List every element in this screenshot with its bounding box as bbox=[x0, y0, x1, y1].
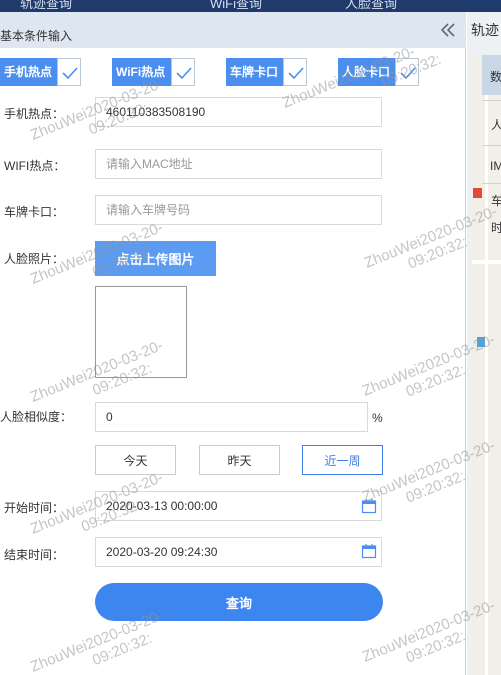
row-divider bbox=[482, 183, 501, 184]
upload-image-button[interactable]: 点击上传图片 bbox=[95, 241, 216, 276]
end-time-label: 结束时间： bbox=[4, 548, 65, 562]
nav-item-wifi[interactable]: WiFi查询 bbox=[210, 0, 262, 12]
wifi-hotspot-label: WIFI热点： bbox=[4, 159, 66, 173]
phone-hotspot-label: 手机热点： bbox=[4, 107, 65, 121]
photo-preview bbox=[95, 286, 187, 378]
panel-title: 基本条件输入 bbox=[0, 29, 73, 43]
start-time-input[interactable] bbox=[95, 491, 382, 521]
chip-wifi-hotspot[interactable]: WiFi热点 bbox=[112, 58, 195, 86]
check-icon[interactable] bbox=[283, 58, 307, 86]
calendar-icon[interactable] bbox=[361, 498, 377, 514]
map-road bbox=[485, 55, 488, 675]
face-similarity-label: 人脸相似度： bbox=[0, 410, 73, 424]
track-panel-title: 轨迹 bbox=[471, 22, 499, 38]
chip-label: 车牌卡口 bbox=[226, 58, 283, 86]
end-time-input[interactable] bbox=[95, 537, 382, 567]
nav-item-face[interactable]: 人脸查询 bbox=[345, 0, 397, 12]
top-navbar: 轨迹查询 WiFi查询 人脸查询 bbox=[0, 0, 501, 12]
yesterday-button[interactable]: 昨天 bbox=[199, 445, 280, 475]
chip-label: 手机热点 bbox=[0, 58, 57, 86]
plate-checkpoint-label: 车牌卡口： bbox=[4, 205, 65, 219]
track-row-cell: IM bbox=[490, 159, 501, 173]
check-icon[interactable] bbox=[395, 58, 419, 86]
today-button[interactable]: 今天 bbox=[95, 445, 176, 475]
query-button[interactable]: 查询 bbox=[95, 583, 383, 621]
chip-label: 人脸卡口 bbox=[338, 58, 395, 86]
mac-address-input[interactable] bbox=[95, 149, 382, 179]
similarity-input[interactable] bbox=[95, 402, 368, 432]
chip-phone-hotspot[interactable]: 手机热点 bbox=[0, 58, 82, 86]
nav-item-track[interactable]: 轨迹查询 bbox=[20, 0, 72, 12]
percent-unit: % bbox=[372, 411, 383, 425]
plate-number-input[interactable] bbox=[95, 195, 382, 225]
collapse-double-left-icon[interactable] bbox=[440, 22, 456, 38]
chip-plate-checkpoint[interactable]: 车牌卡口 bbox=[226, 58, 308, 86]
row-divider bbox=[482, 100, 501, 101]
row-divider bbox=[482, 145, 501, 146]
track-row-cell: 人 bbox=[491, 118, 501, 132]
map-marker-icon[interactable] bbox=[477, 337, 485, 347]
face-photo-label: 人脸照片： bbox=[4, 252, 65, 266]
check-icon[interactable] bbox=[57, 58, 81, 86]
phone-hotspot-input[interactable] bbox=[95, 97, 382, 127]
track-header-cell: 数 bbox=[490, 70, 501, 84]
panel-header: 基本条件输入 bbox=[0, 12, 466, 48]
check-icon[interactable] bbox=[171, 58, 195, 86]
chip-label: WiFi热点 bbox=[112, 58, 171, 86]
last-week-button[interactable]: 近一周 bbox=[302, 445, 383, 475]
track-row-cell: 车 bbox=[491, 194, 501, 208]
chip-face-checkpoint[interactable]: 人脸卡口 bbox=[338, 58, 420, 86]
track-row-cell: 时 bbox=[491, 221, 501, 235]
start-time-label: 开始时间： bbox=[4, 501, 65, 515]
calendar-icon[interactable] bbox=[361, 543, 377, 559]
map-marker-icon[interactable] bbox=[473, 188, 482, 198]
